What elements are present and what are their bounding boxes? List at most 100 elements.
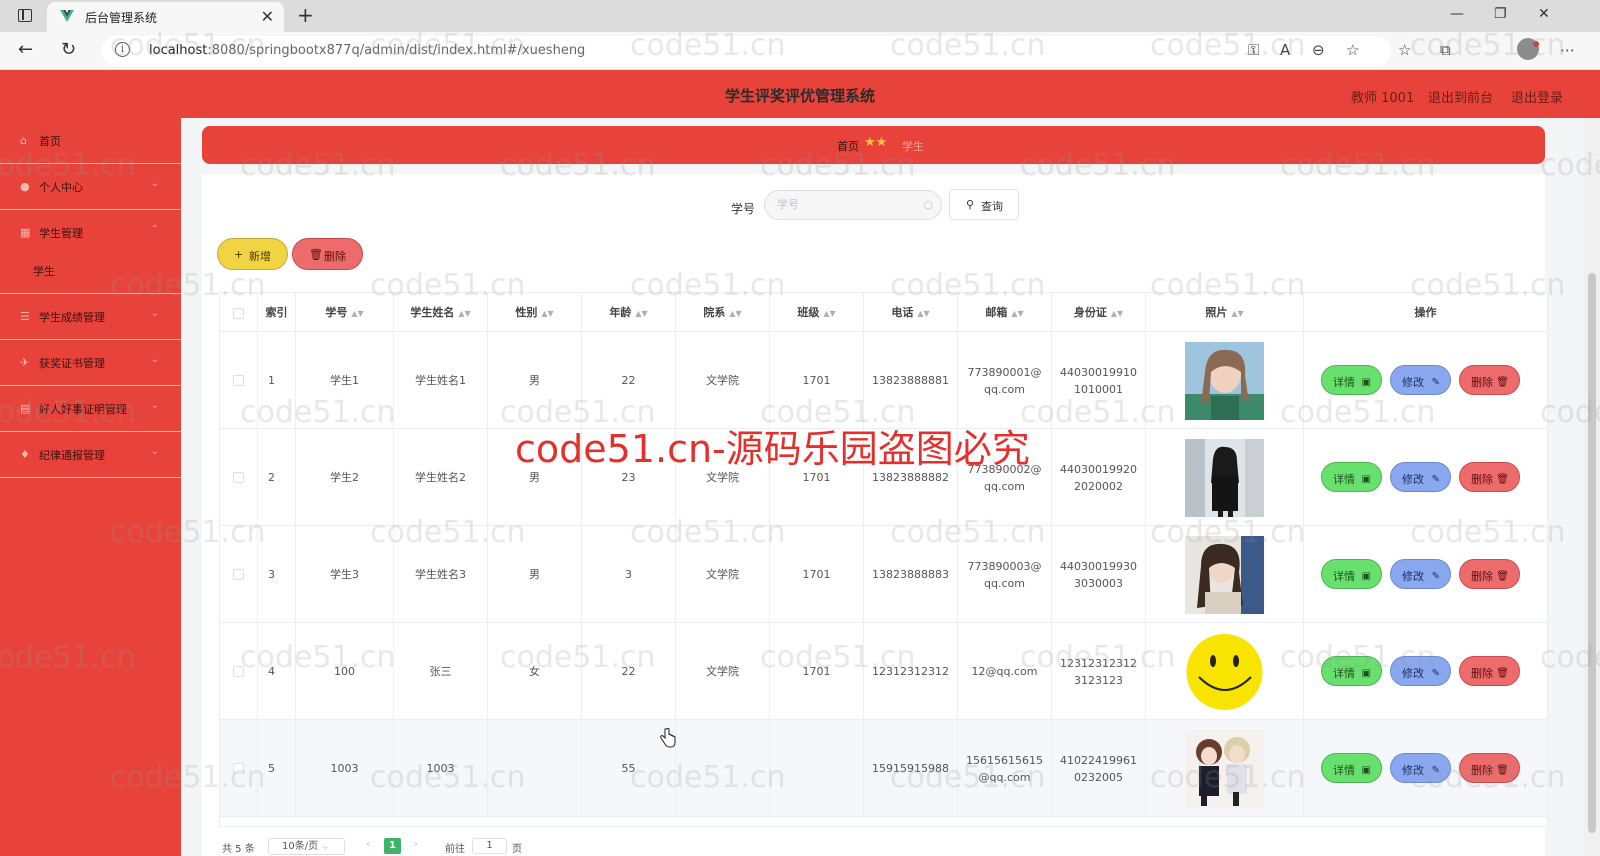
favorite-add-icon[interactable]: ☆ [1346,41,1359,59]
search-field[interactable]: ○ [764,190,942,220]
sidebar-item-discipline-manage[interactable]: ♦ 纪律通报管理 ⌄ [0,432,181,478]
column-header-dept[interactable]: 院系 ▲▼ [676,293,770,332]
read-aloud-icon[interactable]: A [1280,41,1290,59]
new-tab-icon[interactable]: + [297,3,314,27]
edit-button-label: 修改 [1402,473,1424,486]
sidebar: ⌂ 首页 ● 个人中心 ⌄ ▦ 学生管理 ⌃ 学生 ☰ 学生成绩管理 ⌄ ✈ 获… [0,118,181,856]
goto-page-input[interactable]: 1 [472,838,507,854]
page-number-current[interactable]: 1 [384,838,401,854]
column-header-photo[interactable]: 照片 ▲▼ [1146,293,1304,332]
list-icon: ☰ [20,310,30,323]
address-bar[interactable]: i localhost:8080/springbootx877q/admin/d… [101,36,1391,66]
detail-button[interactable]: 详情 ▣ [1321,559,1382,589]
sidebar-subitem-student[interactable]: 学生 [0,248,181,294]
detail-button-label: 详情 [1333,473,1355,486]
sidebar-item-score-manage[interactable]: ☰ 学生成绩管理 ⌄ [0,294,181,340]
row-checkbox[interactable] [233,569,244,580]
batch-delete-button[interactable]: 🗑 删除 [292,238,363,270]
zoom-out-icon[interactable]: ⊖ [1312,41,1325,59]
delete-button[interactable]: 删除 🗑 [1459,462,1520,492]
next-page-icon[interactable]: › [414,839,418,850]
cell-email: 773890003@qq.com [958,526,1052,623]
column-header-idcard[interactable]: 身份证 ▲▼ [1052,293,1146,332]
column-label: 性别 [515,306,538,319]
sort-icon[interactable]: ▲▼ [823,309,835,318]
delete-button[interactable]: 删除 🗑 [1459,559,1520,589]
cell-text: 440300199202020002 [1060,462,1137,493]
exit-to-front-link[interactable]: 退出到前台 [1428,87,1493,106]
column-header-xuehao[interactable]: 学号 ▲▼ [296,293,394,332]
browser-tab[interactable]: 后台管理系统 ✕ [47,2,284,32]
edit-button[interactable]: 修改 ✎ [1390,462,1451,492]
page-scrollbar[interactable] [1584,118,1600,856]
row-checkbox[interactable] [233,472,244,483]
sidebar-item-good-deeds-manage[interactable]: ▤ 好人好事证明管理 ⌄ [0,386,181,432]
row-checkbox[interactable] [233,375,244,386]
prev-page-icon[interactable]: ‹ [366,839,370,850]
edit-button[interactable]: 修改 ✎ [1390,656,1451,686]
sidebar-item-award-manage[interactable]: ✈ 获奖证书管理 ⌄ [0,340,181,386]
cell-text: 15915915988 [872,762,949,775]
sort-icon[interactable]: ▲▼ [458,309,470,318]
detail-button[interactable]: 详情 ▣ [1321,753,1382,783]
pagination-total: 共 5 条 [222,844,255,855]
delete-button[interactable]: 删除 🗑 [1459,753,1520,783]
edit-button[interactable]: 修改 ✎ [1390,753,1451,783]
sort-icon[interactable]: ▲▼ [1111,309,1123,318]
sort-icon[interactable]: ▲▼ [351,309,363,318]
sort-icon[interactable]: ▲▼ [541,309,553,318]
vue-logo-icon [60,10,74,22]
cell-text: 773890002@qq.com [967,462,1042,493]
column-header-phone[interactable]: 电话 ▲▼ [864,293,958,332]
detail-button[interactable]: 详情 ▣ [1321,656,1382,686]
breadcrumb-home[interactable]: 首页 [837,138,859,154]
sort-icon[interactable]: ▲▼ [1231,309,1243,318]
sort-icon[interactable]: ▲▼ [729,309,741,318]
column-header-email[interactable]: 邮箱 ▲▼ [958,293,1052,332]
chevron-down-icon: ⌄ [150,178,159,189]
site-info-icon[interactable]: i [115,42,130,57]
user-icon: ● [20,180,30,193]
column-header-class[interactable]: 班级 ▲▼ [770,293,864,332]
photo-cell [1146,429,1304,526]
delete-button[interactable]: 删除 🗑 [1459,365,1520,395]
reload-icon[interactable]: ↻ [61,39,76,60]
edit-button[interactable]: 修改 ✎ [1390,559,1451,589]
search-input[interactable] [777,198,917,211]
logout-link[interactable]: 退出登录 [1511,87,1563,106]
add-button[interactable]: + 新增 [217,238,288,270]
sidebar-item-label: 学生 [33,265,55,278]
sort-icon[interactable]: ▲▼ [1011,309,1023,318]
sort-icon[interactable]: ▲▼ [635,309,647,318]
query-button[interactable]: ⚲ 查询 [949,189,1019,220]
scrollbar-thumb[interactable] [1588,273,1596,833]
sidebar-toggle-icon[interactable] [18,9,32,22]
key-icon[interactable]: ⚿ [1248,41,1259,59]
select-all-checkbox[interactable] [233,307,244,319]
more-icon[interactable]: ⋯ [1560,41,1575,59]
sidebar-item-home[interactable]: ⌂ 首页 [0,118,181,164]
edit-button[interactable]: 修改 ✎ [1390,365,1451,395]
favorites-icon[interactable]: ☆ [1398,41,1411,59]
back-icon[interactable]: ← [18,39,33,60]
detail-button[interactable]: 详情 ▣ [1321,365,1382,395]
page-size-select[interactable]: 10条/页 ⌄ [268,838,345,855]
column-header-age[interactable]: 年龄 ▲▼ [582,293,676,332]
column-header-name[interactable]: 学生姓名 ▲▼ [394,293,488,332]
restore-icon[interactable]: ❐ [1494,6,1507,22]
row-checkbox[interactable] [233,666,244,677]
tab-close-icon[interactable]: ✕ [261,7,274,26]
detail-button-label: 详情 [1333,570,1355,583]
window-close-icon[interactable]: ✕ [1538,6,1550,22]
column-header-sex[interactable]: 性别 ▲▼ [488,293,582,332]
minimize-icon[interactable]: — [1450,6,1464,22]
cell-cls: 1701 [770,526,864,623]
cell-index: 2 [258,429,296,526]
sort-icon[interactable]: ▲▼ [917,309,929,318]
cell-sex: 男 [488,332,582,429]
detail-button[interactable]: 详情 ▣ [1321,462,1382,492]
collections-icon[interactable]: ⧉ [1440,41,1451,59]
sidebar-item-profile[interactable]: ● 个人中心 ⌄ [0,164,181,210]
delete-button[interactable]: 删除 🗑 [1459,656,1520,686]
row-checkbox[interactable] [233,763,244,774]
